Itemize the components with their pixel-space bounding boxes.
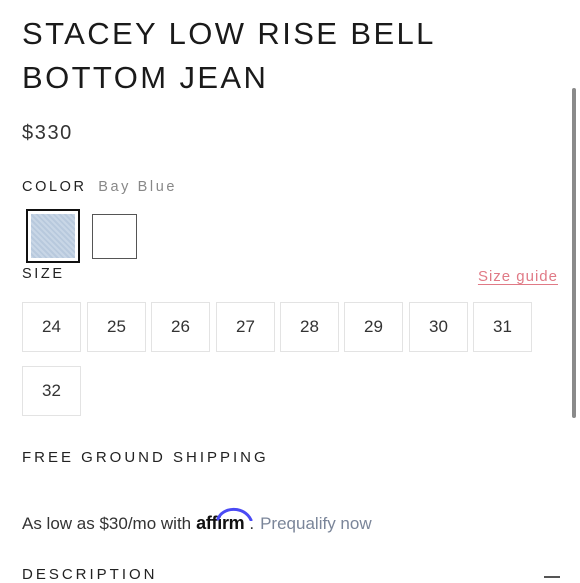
size-option-24[interactable]: 24 [22, 302, 81, 352]
description-toggle-icon[interactable] [544, 576, 560, 578]
prequalify-link[interactable]: Prequalify now [260, 514, 372, 534]
affirm-arc-icon [216, 507, 253, 521]
description-heading[interactable]: DESCRIPTION [22, 566, 158, 583]
free-shipping-label: FREE GROUND SHIPPING [22, 449, 269, 466]
scrollbar[interactable] [572, 88, 576, 418]
color-swatch-white[interactable] [92, 214, 137, 259]
size-label: SIZE [22, 266, 65, 282]
size-option-27[interactable]: 27 [216, 302, 275, 352]
affirm-logo: affirm [196, 507, 253, 534]
size-option-25[interactable]: 25 [87, 302, 146, 352]
product-price: $330 [22, 122, 73, 144]
size-option-31[interactable]: 31 [473, 302, 532, 352]
size-option-29[interactable]: 29 [344, 302, 403, 352]
size-option-26[interactable]: 26 [151, 302, 210, 352]
affirm-promo: As low as $30/mo with affirm . Prequalif… [22, 507, 372, 534]
size-option-32[interactable]: 32 [22, 366, 81, 416]
size-option-30[interactable]: 30 [409, 302, 468, 352]
affirm-text: As low as $30/mo with [22, 514, 192, 533]
swatch-fill [31, 214, 75, 258]
size-option-28[interactable]: 28 [280, 302, 339, 352]
size-guide-link[interactable]: Size guide [478, 268, 558, 285]
selected-color-value: Bay Blue [98, 179, 178, 195]
color-swatch-bay-blue[interactable] [26, 209, 80, 263]
color-label: COLOR [22, 179, 87, 195]
product-title: STACEY LOW RISE BELL BOTTOM JEAN [22, 16, 435, 95]
color-row: COLOR Bay Blue [22, 179, 177, 195]
